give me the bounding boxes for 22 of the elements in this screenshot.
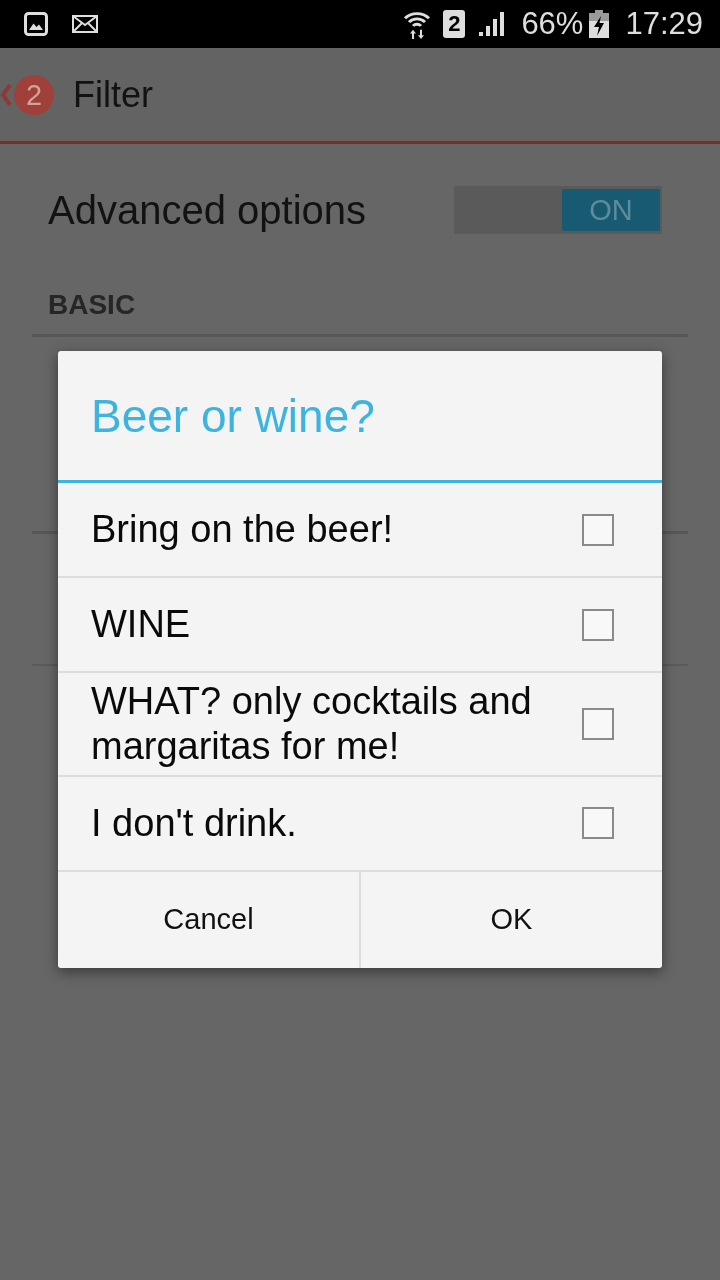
- ok-button[interactable]: OK: [359, 871, 662, 968]
- clock-time: 17:29: [625, 6, 703, 42]
- section-header: BASIC: [32, 276, 688, 337]
- option-label[interactable]: Bring on the beer!: [91, 507, 562, 552]
- signal-icon: [479, 12, 506, 36]
- dialog-title: Beer or wine?: [58, 351, 662, 483]
- checkbox[interactable]: [582, 513, 614, 546]
- option-label[interactable]: WINE: [91, 602, 562, 647]
- setting-label: Advanced options: [48, 187, 366, 233]
- battery-percent: 66%: [521, 6, 584, 42]
- sim-slot-indicator: 2: [443, 10, 466, 38]
- count-badge: 2: [14, 74, 54, 115]
- mail-icon: [72, 15, 98, 33]
- cancel-button[interactable]: Cancel: [58, 871, 359, 968]
- screen-title: Filter: [73, 73, 153, 116]
- checkbox[interactable]: [582, 608, 614, 641]
- option-label[interactable]: I don't drink.: [91, 800, 562, 846]
- option-label[interactable]: WHAT? only cocktails and margaritas for me!: [91, 679, 562, 769]
- image-icon: [24, 12, 48, 36]
- checkbox[interactable]: [582, 807, 614, 840]
- battery-charging-icon: [589, 10, 610, 38]
- checkbox[interactable]: [582, 707, 614, 740]
